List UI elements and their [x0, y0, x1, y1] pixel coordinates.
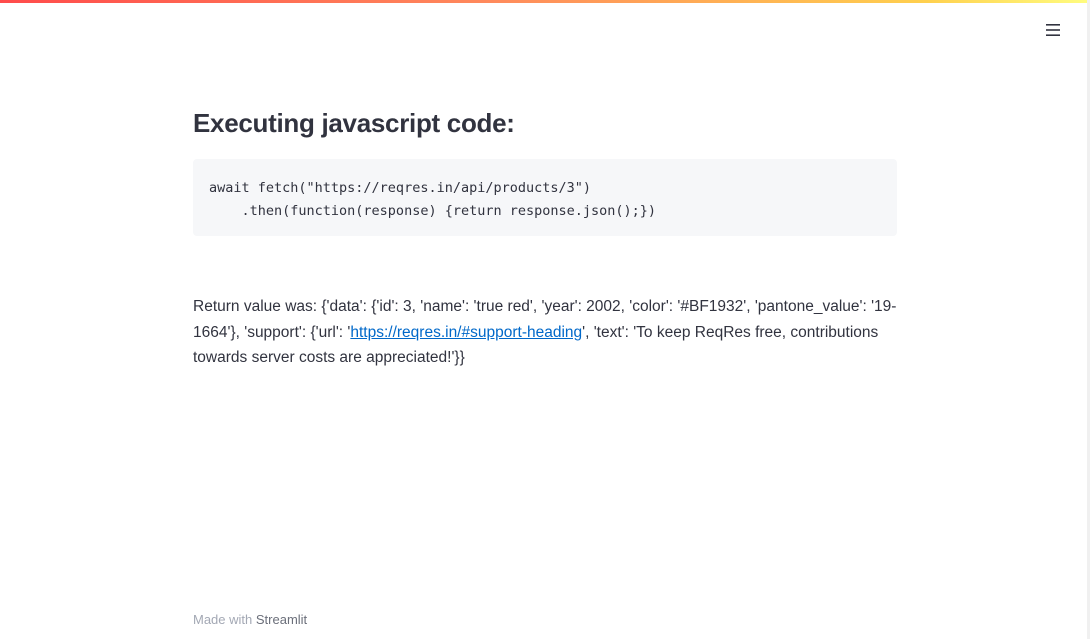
code-line-2: .then(function(response) {return respons… — [209, 203, 657, 219]
main-menu-button[interactable] — [1040, 18, 1066, 42]
return-value-text: Return value was: {'data': {'id': 3, 'na… — [193, 294, 897, 371]
footer: Made with Streamlit — [193, 612, 307, 627]
footer-prefix: Made with — [193, 612, 256, 627]
top-decoration-gradient — [0, 0, 1090, 3]
code-line-1: await fetch("https://reqres.in/api/produ… — [209, 180, 592, 196]
support-link[interactable]: https://reqres.in/#support-heading — [350, 324, 582, 341]
streamlit-link[interactable]: Streamlit — [256, 612, 307, 627]
hamburger-menu-icon — [1045, 23, 1061, 37]
code-block: await fetch("https://reqres.in/api/produ… — [193, 159, 897, 236]
page-title: Executing javascript code: — [193, 108, 515, 138]
